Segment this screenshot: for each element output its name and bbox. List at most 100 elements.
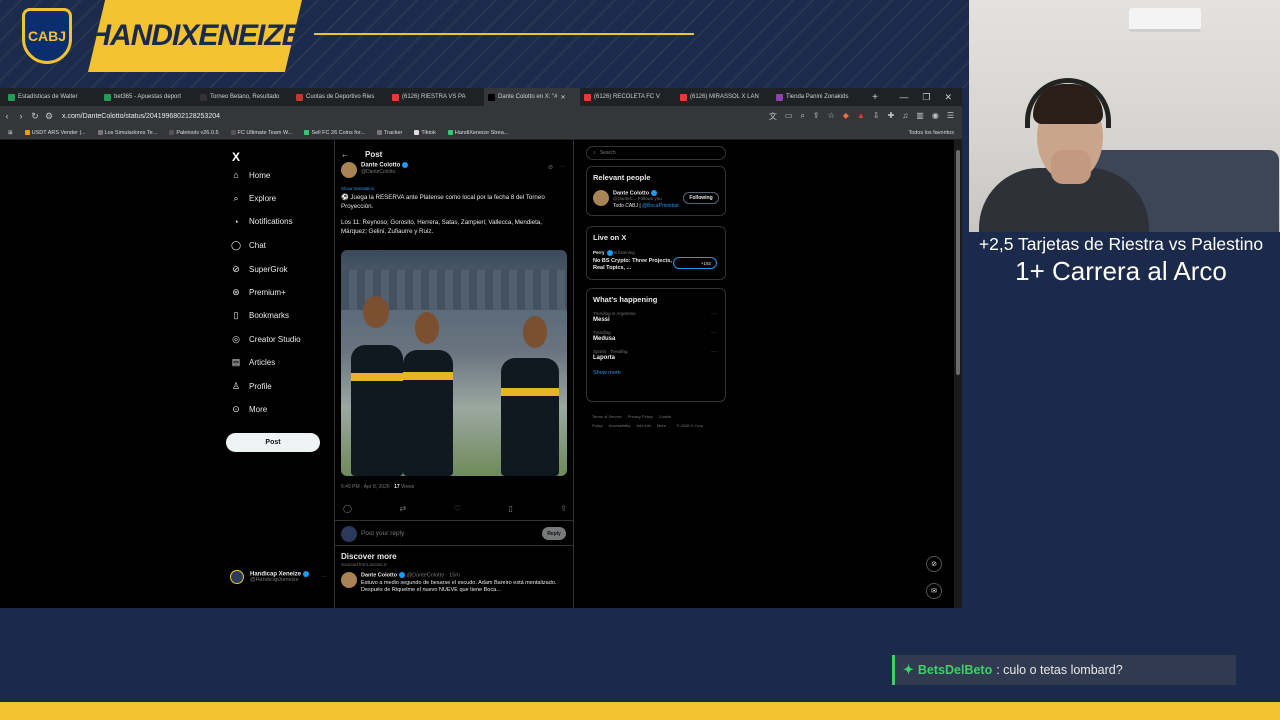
x-logo-icon[interactable]: X (232, 150, 240, 164)
scrollbar-thumb[interactable] (956, 150, 960, 375)
page-scrollbar[interactable] (954, 140, 962, 608)
footer-link[interactable]: Privacy Policy (628, 414, 653, 419)
more-dots-icon[interactable]: ··· (711, 349, 717, 355)
browser-tab[interactable]: (6126) MIRASSOL X LAN (676, 88, 772, 106)
shield-icon[interactable]: ◆ (843, 111, 849, 122)
footer-link[interactable]: © 2026 X Corp. (676, 423, 704, 428)
share-icon[interactable]: ⇪ (813, 111, 820, 122)
grok-icon[interactable]: ⊘ (548, 164, 553, 171)
recommended-post[interactable]: Dante Colotto @DanteColotto · 15m Estuvo… (341, 572, 569, 594)
more-dots-icon[interactable]: ··· (711, 330, 717, 336)
author-name[interactable]: Dante Colotto (361, 162, 409, 169)
browser-tab[interactable]: Cuotas de Deportivo Ries (292, 88, 388, 106)
bookmark-icon[interactable]: ▯ (508, 504, 512, 513)
relevant-person[interactable]: Dante Colotto @DanteC... Follows you Tod… (593, 190, 719, 209)
browser-tab[interactable]: (6126) RECOLETA FC V (580, 88, 676, 106)
rec-author[interactable]: Dante Colotto @DanteColotto · 15m (361, 572, 569, 578)
bookmark-favicon-icon (376, 130, 382, 135)
trend-item[interactable]: Sports · Trending Laporta ··· (593, 349, 719, 361)
repost-icon[interactable]: ⇄ (399, 504, 406, 513)
nav-item-profile[interactable]: ♙ Profile (231, 381, 272, 392)
bookmark-item[interactable]: Los Simuladores Te... (97, 130, 157, 136)
live-listeners-pill[interactable]: +192 (673, 257, 717, 269)
close-window-icon[interactable]: ✕ (944, 92, 952, 103)
puzzle-icon[interactable]: ✚ (888, 111, 895, 122)
browser-tab[interactable]: Torneo Betano, Resultado (196, 88, 292, 106)
following-button[interactable]: Following (683, 192, 719, 204)
footer-link[interactable]: Terms of Service (592, 414, 622, 419)
share-icon[interactable]: ⇪ (560, 504, 567, 513)
reload-icon[interactable]: ↻ (28, 111, 42, 122)
live-on-x-card[interactable]: Live on X Perry is listening No BS Crypt… (586, 226, 726, 280)
nav-item-home[interactable]: ⌂ Home (231, 170, 270, 180)
sidebar-icon[interactable]: ▥ (916, 111, 924, 122)
show-more-link[interactable]: Show more (593, 370, 719, 376)
browser-tab[interactable]: Estadísticas de Walter (4, 88, 100, 106)
post-photo[interactable] (341, 250, 567, 476)
url-bar[interactable]: x.com/DanteColotto/status/20419968021282… (62, 113, 769, 120)
like-icon[interactable]: ♡ (454, 504, 461, 513)
reply-input[interactable]: Post your reply (361, 530, 404, 537)
bookmark-item[interactable]: HandiXeneize Strea... (447, 130, 508, 136)
nav-item-bookmarks[interactable]: ▯ Bookmarks (231, 310, 290, 321)
messages-floating-icon[interactable]: ✉ (926, 583, 942, 599)
zoom-icon[interactable]: ⌕ (800, 111, 804, 122)
nav-item-chat[interactable]: ◯ Chat (231, 240, 266, 251)
nav-item-premium[interactable]: ⊛ Premium+ (231, 287, 285, 298)
author-avatar[interactable] (341, 162, 357, 178)
more-dots-icon[interactable]: ··· (559, 164, 565, 171)
profile-icon[interactable]: ◉ (932, 111, 939, 122)
screenshot-icon[interactable]: ▭ (785, 111, 793, 122)
nav-item-more[interactable]: ⊙ More (231, 404, 267, 415)
bookmark-item[interactable]: Tiktok (414, 130, 436, 136)
account-switcher[interactable]: Handicap Xeneize @HandicapXeneize ··· (230, 570, 327, 584)
site-info-icon[interactable]: ⚙ (42, 111, 56, 122)
nav-item-articles[interactable]: ▤ Articles (231, 357, 276, 368)
bookmark-item[interactable]: USDT ARS Vender |... (24, 130, 86, 136)
browser-tab[interactable]: (6126) RIESTRA VS PA (388, 88, 484, 106)
nav-item-notifications[interactable]: ◔ Notifications (231, 217, 292, 227)
show-translation-link[interactable]: Show translation (341, 186, 374, 191)
footer-link[interactable]: Ads info (636, 423, 650, 428)
relevant-avatar[interactable] (593, 190, 609, 206)
close-tab-icon[interactable]: ✕ (561, 94, 566, 101)
bookmark-item[interactable]: FC Ultimate Team W... (230, 130, 292, 136)
back-icon[interactable]: ‹ (0, 111, 14, 121)
browser-tab[interactable]: bet365 - Apuestas deport (100, 88, 196, 106)
back-arrow-icon[interactable]: ← (341, 150, 349, 159)
reply-button[interactable]: Reply (542, 527, 566, 540)
trend-item[interactable]: Trending Medusa ··· (593, 330, 719, 342)
nav-item-explore[interactable]: ⌕ Explore (231, 193, 276, 204)
post-author[interactable]: Dante Colotto @DanteColotto (341, 162, 409, 178)
nav-item-supergrok[interactable]: ⊘ SuperGrok (231, 264, 287, 275)
apps-grid-icon[interactable]: ⊞ (8, 130, 13, 136)
search-input[interactable]: ⌕ Search (586, 146, 726, 160)
author-handle[interactable]: @DanteColotto (361, 169, 408, 175)
extension-icon[interactable]: ▲ (857, 111, 865, 122)
translate-icon[interactable]: 文 (769, 111, 777, 122)
more-dots-icon[interactable]: ··· (711, 311, 717, 317)
more-dots-icon[interactable]: ··· (321, 574, 327, 580)
bookmark-item[interactable]: Paletools v26.0.5 (169, 130, 219, 136)
browser-tab[interactable]: Tienda Panini Zonakids (772, 88, 868, 106)
all-bookmarks[interactable]: Todos los favoritos (908, 130, 962, 136)
star-icon[interactable]: ☆ (828, 111, 835, 122)
forward-icon[interactable]: › (14, 111, 28, 121)
bookmark-item[interactable]: Sell FC 26 Coins for... (304, 130, 365, 136)
menu-icon[interactable]: ☰ (947, 111, 954, 122)
post-compose-button[interactable]: Post (226, 433, 320, 452)
browser-tab[interactable]: Dante Colotto en X: "# ✕ (484, 88, 580, 106)
footer-link[interactable]: More ... (657, 423, 671, 428)
music-icon[interactable]: ♫ (902, 111, 908, 122)
trend-item[interactable]: Trending in Argentina Messi ··· (593, 311, 719, 323)
bookmark-item[interactable]: Tracker (376, 130, 402, 136)
grok-floating-icon[interactable]: ⊘ (926, 556, 942, 572)
rec-avatar[interactable] (341, 572, 357, 588)
restore-icon[interactable]: ❐ (922, 92, 930, 103)
reply-icon[interactable]: ◯ (343, 504, 352, 513)
new-tab-button[interactable]: + (868, 92, 882, 103)
minimize-icon[interactable]: — (899, 92, 908, 103)
footer-link[interactable]: Accessibility (609, 423, 631, 428)
download-icon[interactable]: ⇩ (873, 111, 880, 122)
nav-item-creator-studio[interactable]: ◎ Creator Studio (231, 334, 301, 345)
